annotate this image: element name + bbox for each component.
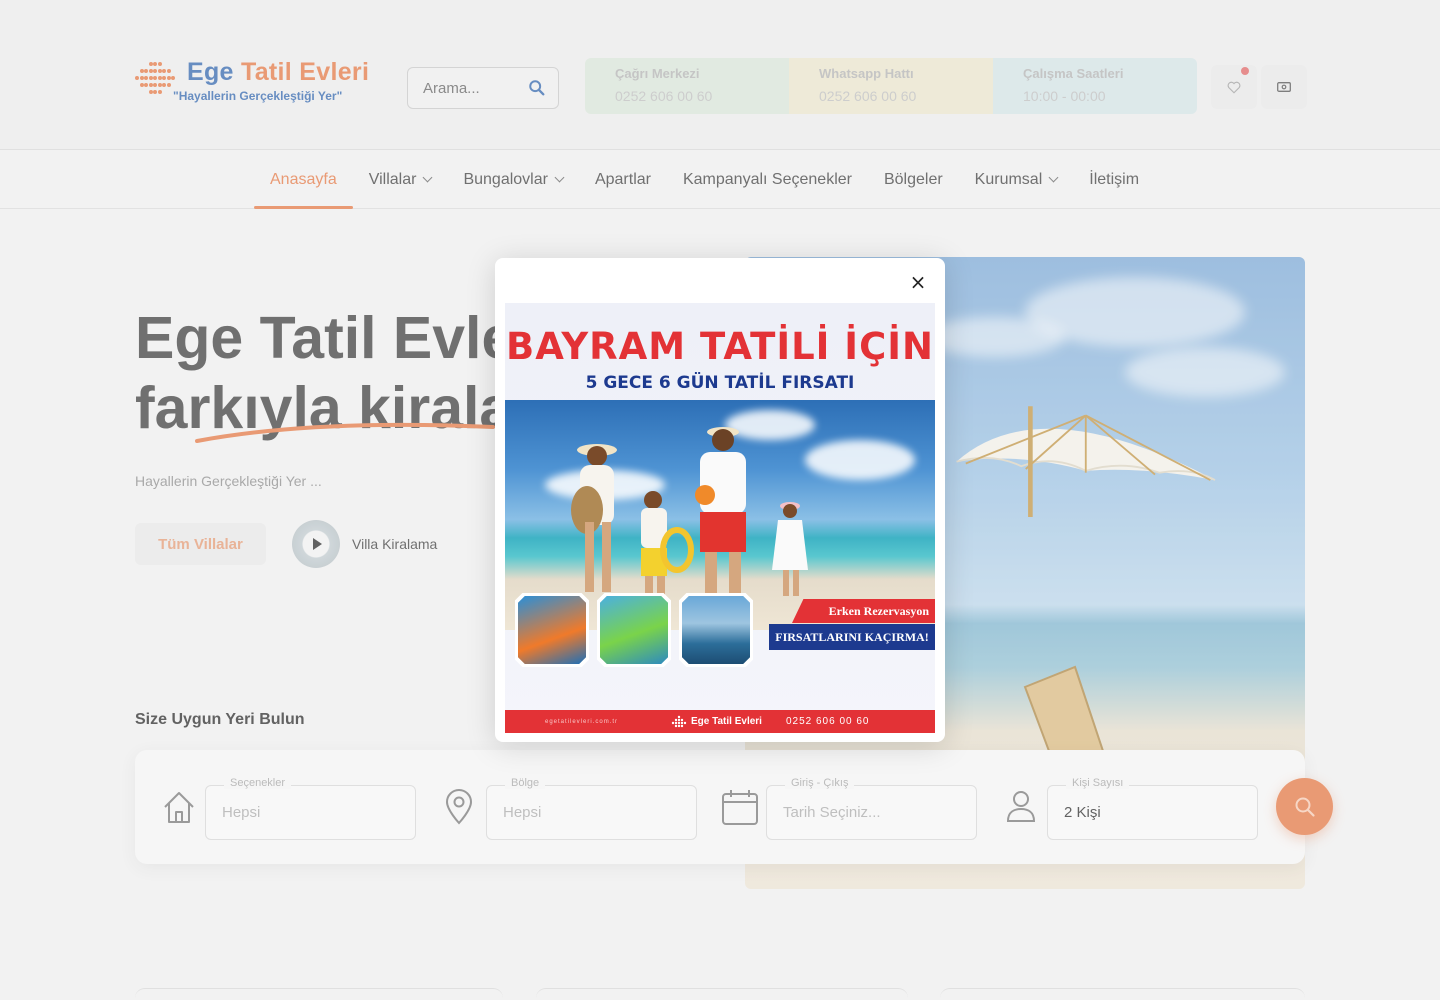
- nav-item-label: Anasayfa: [270, 170, 337, 188]
- site-logo[interactable]: Ege Tatil Evleri "Hayallerin Gerçekleşti…: [135, 58, 369, 103]
- listing-card: [135, 988, 503, 1000]
- whatsapp-info[interactable]: Whatsapp Hattı 0252 606 00 60: [789, 58, 993, 114]
- search-box: [407, 67, 559, 109]
- promo-footer-brand-text: Ege Tatil Evleri: [691, 716, 762, 727]
- all-villas-button[interactable]: Tüm Villalar: [135, 523, 266, 565]
- chevron-down-icon: [423, 172, 433, 183]
- nav-item-label: Apartlar: [594, 170, 651, 188]
- notification-dot: [1241, 67, 1249, 75]
- hero-subtitle: Hayallerin Gerçekleştiği Yer ...: [135, 473, 322, 489]
- play-icon: [313, 538, 322, 550]
- search-input[interactable]: [423, 79, 523, 97]
- nav-item-label: İletişim: [1089, 170, 1140, 188]
- video-label: Villa Kiralama: [352, 536, 438, 552]
- field-legend: Giriş - Çıkış: [785, 777, 855, 789]
- promo-footer-brand: Ege Tatil Evleri: [671, 715, 762, 729]
- brand-name: Ege Tatil Evleri: [187, 58, 369, 87]
- call-center-info[interactable]: Çağrı Merkezi 0252 606 00 60: [585, 58, 789, 114]
- umbrella-graphic: [956, 406, 1216, 517]
- nav-item-label: Bungalovlar: [463, 170, 548, 188]
- info-label: Çalışma Saatleri: [1023, 66, 1124, 81]
- promo-popup: × BAYRAM TATİLİ İÇİN 5 GECE 6 GÜN TATİL …: [495, 258, 945, 742]
- user-icon: [1006, 791, 1036, 822]
- play-button[interactable]: [292, 520, 340, 568]
- listing-card: [536, 988, 908, 1000]
- logo-dots-icon: [135, 58, 177, 98]
- brand-name-part1: Ege: [187, 58, 234, 86]
- logo-dots-icon: [671, 715, 687, 727]
- promo-banner[interactable]: BAYRAM TATİLİ İÇİN 5 GECE 6 GÜN TATİL FI…: [505, 303, 935, 733]
- field-value: 2 Kişi: [1064, 804, 1101, 821]
- nav-item-7[interactable]: Kurumsal: [959, 150, 1074, 209]
- chevron-down-icon: [554, 172, 565, 183]
- hero-title-line1: Ege Tatil Evleri: [135, 305, 495, 371]
- location-pin-icon: [445, 789, 473, 825]
- promo-thumbnails: [515, 593, 753, 667]
- heart-icon: [1227, 81, 1241, 94]
- site-header: Ege Tatil Evleri "Hayallerin Gerçekleşti…: [0, 0, 1440, 150]
- field-value: Hepsi: [222, 804, 261, 821]
- brand-slogan: "Hayallerin Gerçekleştiği Yer": [173, 89, 343, 103]
- nav-item-5[interactable]: Kampanyalı Seçenekler: [667, 150, 868, 209]
- video-play-link[interactable]: Villa Kiralama: [292, 520, 437, 568]
- title-underline-swoosh: [195, 422, 495, 443]
- favorites-button[interactable]: [1211, 65, 1257, 109]
- region-select[interactable]: Bölge Hepsi: [486, 777, 697, 840]
- search-icon[interactable]: [528, 79, 546, 97]
- date-range-input[interactable]: Giriş - Çıkış Tarih Seçiniz...: [766, 777, 977, 840]
- field-value: Hepsi: [503, 804, 542, 821]
- calendar-icon: [722, 790, 758, 825]
- close-icon[interactable]: ×: [908, 272, 928, 292]
- promo-subheadline: 5 GECE 6 GÜN TATİL FIRSATI: [585, 373, 855, 393]
- contact-info-bar: Çağrı Merkezi 0252 606 00 60 Whatsapp Ha…: [585, 58, 1197, 114]
- field-value: Tarih Seçiniz...: [783, 804, 881, 821]
- brand-name-part2: Tatil Evleri: [241, 58, 370, 86]
- nav-item-8[interactable]: İletişim: [1073, 150, 1155, 209]
- info-label: Çağrı Merkezi: [615, 66, 700, 81]
- listing-card: [940, 988, 1305, 1000]
- currency-button[interactable]: [1261, 65, 1307, 109]
- thumbnail-image: [597, 593, 671, 667]
- nav-item-label: Kurumsal: [974, 170, 1043, 188]
- finder-title: Size Uygun Yeri Bulun: [135, 711, 305, 728]
- search-icon: [1295, 797, 1315, 817]
- dont-miss-tag: FIRSATLARINI KAÇIRMA!: [769, 624, 935, 650]
- nav-item-label: Villalar: [368, 170, 417, 188]
- nav-item-1[interactable]: Anasayfa: [254, 150, 353, 209]
- search-submit-button[interactable]: [1276, 778, 1333, 835]
- nav-item-label: Bölgeler: [883, 170, 943, 188]
- nav-item-4[interactable]: Apartlar: [579, 150, 667, 209]
- thumbnail-image: [515, 593, 589, 667]
- field-legend: Bölge: [505, 777, 546, 789]
- promo-headline: BAYRAM TATİLİ İÇİN: [506, 325, 934, 368]
- nav-item-2[interactable]: Villalar: [353, 150, 448, 209]
- working-hours-info: Çalışma Saatleri 10:00 - 00:00: [993, 58, 1197, 114]
- nav-item-label: Kampanyalı Seçenekler: [682, 170, 852, 188]
- guest-count-select[interactable]: Kişi Sayısı 2 Kişi: [1047, 777, 1258, 840]
- thumbnail-image: [679, 593, 753, 667]
- chevron-down-icon: [1048, 172, 1059, 183]
- home-icon: [164, 792, 194, 823]
- field-legend: Kişi Sayısı: [1066, 777, 1130, 789]
- promo-footer-url: egetatilevleri.com.tr: [545, 718, 619, 725]
- options-select[interactable]: Seçenekler Hepsi: [205, 777, 416, 840]
- nav-item-6[interactable]: Bölgeler: [868, 150, 959, 209]
- info-value: 0252 606 00 60: [615, 88, 713, 104]
- property-search-panel: Seçenekler Hepsi Bölge Hepsi Giriş - Çık…: [135, 750, 1333, 864]
- promo-footer-phone: 0252 606 00 60: [785, 716, 870, 727]
- money-icon: [1277, 82, 1291, 92]
- promo-footer: egetatilevleri.com.tr Ege Tatil Evleri 0…: [505, 710, 935, 733]
- info-value: 10:00 - 00:00: [1023, 88, 1106, 104]
- field-legend: Seçenekler: [224, 777, 292, 789]
- main-nav: Anasayfa Villalar Bungalovlar Apartlar Kampa…: [0, 150, 1440, 209]
- info-value: 0252 606 00 60: [819, 88, 917, 104]
- info-label: Whatsapp Hattı: [819, 66, 914, 81]
- early-booking-tag: Erken Rezervasyon: [792, 599, 935, 623]
- nav-item-3[interactable]: Bungalovlar: [447, 150, 579, 209]
